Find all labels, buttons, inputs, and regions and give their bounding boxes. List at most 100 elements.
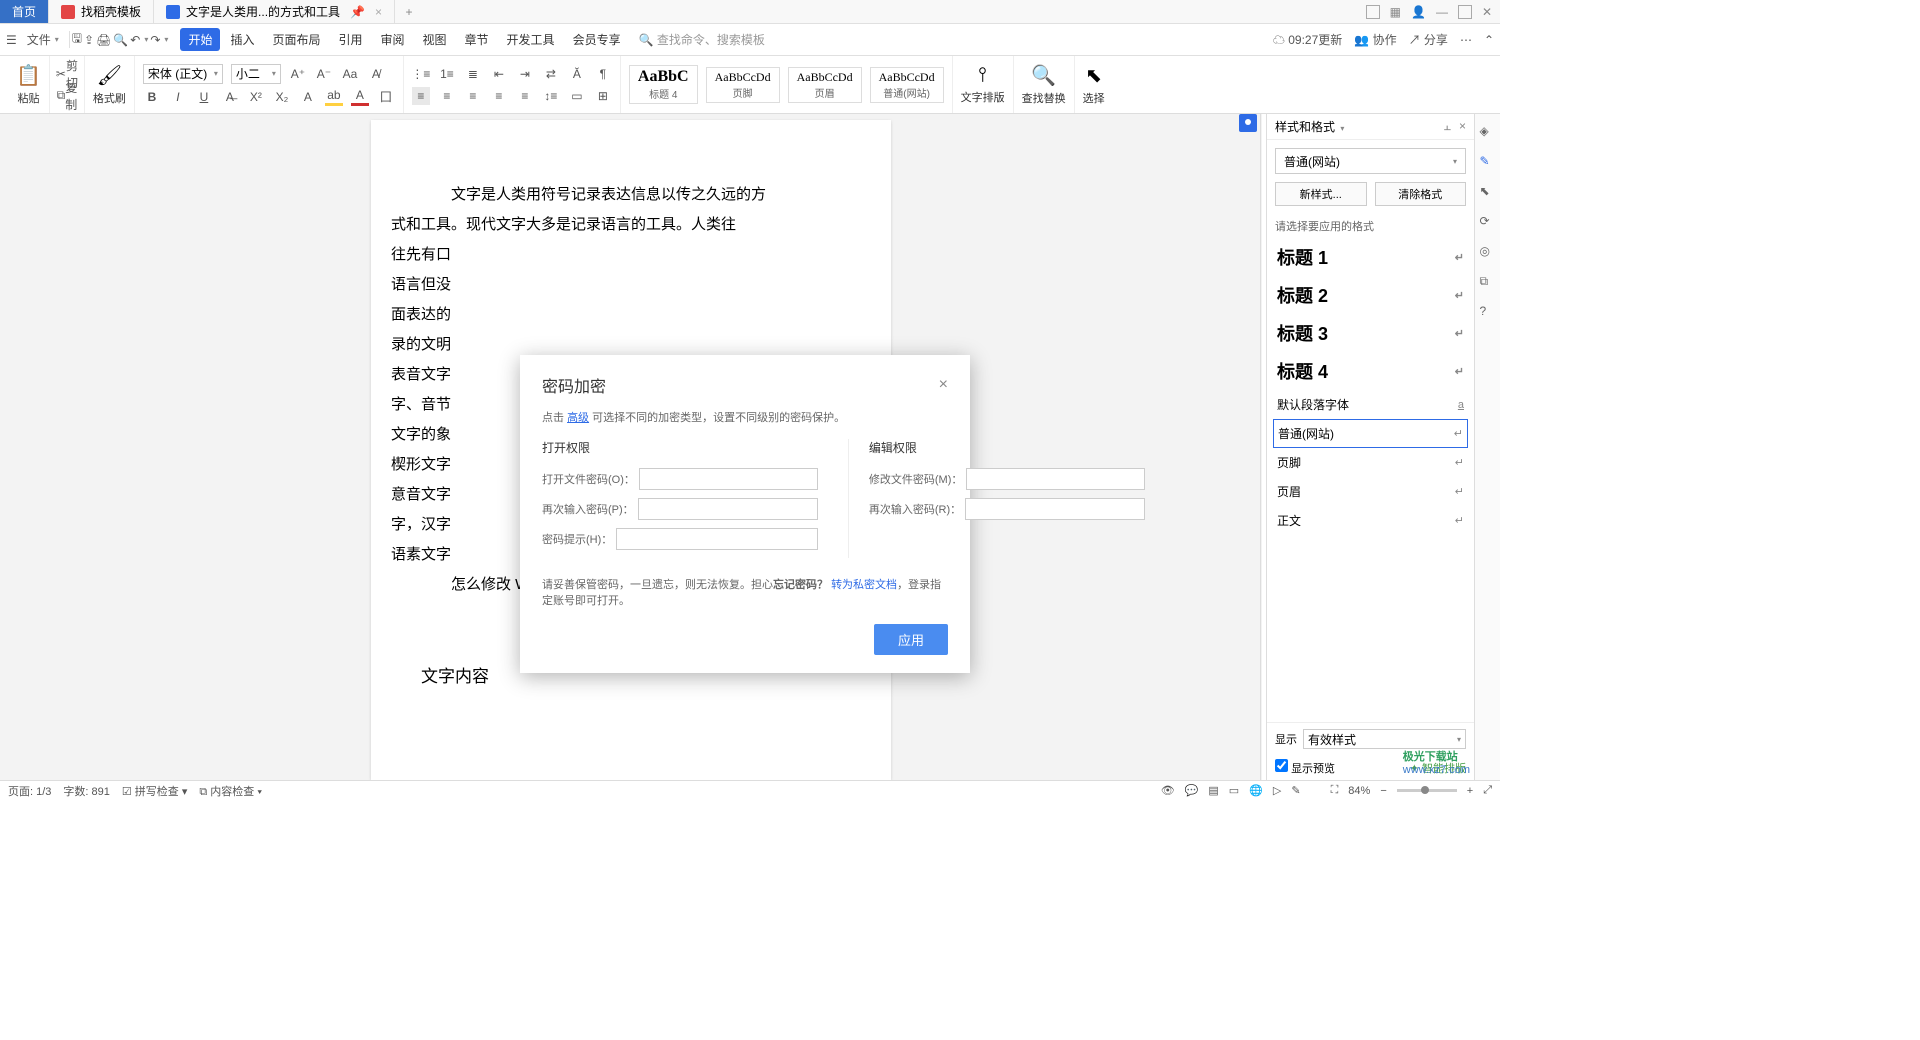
word-count[interactable]: 字数: 891 bbox=[63, 783, 109, 799]
new-style-button[interactable]: 新样式... bbox=[1275, 182, 1367, 206]
font-name-select[interactable]: 宋体 (正文)▾ bbox=[143, 64, 223, 84]
subscript-icon[interactable]: X₂ bbox=[273, 88, 291, 106]
brush-icon[interactable]: 🖌 bbox=[97, 63, 122, 88]
style-footer[interactable]: AaBbCcDd页脚 bbox=[706, 67, 780, 103]
strip-help-icon[interactable]: ? bbox=[1480, 304, 1496, 320]
style-item-h4[interactable]: 标题 4↵ bbox=[1267, 352, 1474, 390]
tab-close-icon[interactable]: × bbox=[375, 5, 382, 19]
menu-devtools[interactable]: 开发工具 bbox=[499, 28, 563, 51]
style-item-normal-web[interactable]: 普通(网站)↵ bbox=[1273, 419, 1468, 448]
bullets-icon[interactable]: ⋮≡ bbox=[412, 65, 430, 83]
clear-format-icon[interactable]: A̸ bbox=[367, 65, 385, 83]
highlight-icon[interactable]: ab bbox=[325, 88, 343, 106]
view-read-icon[interactable]: ▭ bbox=[1229, 784, 1239, 797]
preview-icon[interactable]: 🔍 bbox=[113, 33, 128, 47]
menu-review[interactable]: 审阅 bbox=[373, 28, 413, 51]
menu-start[interactable]: 开始 bbox=[180, 28, 220, 51]
strip-pencil-icon[interactable]: ✎ bbox=[1480, 154, 1496, 170]
style-item-h1[interactable]: 标题 1↵ bbox=[1267, 238, 1474, 276]
private-doc-link[interactable]: 转为私密文档 bbox=[831, 579, 897, 591]
font-color-icon[interactable]: A bbox=[351, 88, 369, 106]
shrink-font-icon[interactable]: A⁻ bbox=[315, 65, 333, 83]
find-replace-icon[interactable]: 🔍 bbox=[1031, 63, 1056, 88]
menu-icon[interactable]: ☰ bbox=[6, 33, 17, 47]
style-item-default-para[interactable]: 默认段落字体a bbox=[1267, 390, 1474, 419]
comment-icon[interactable]: 💬 bbox=[1185, 784, 1199, 797]
align-right-icon[interactable]: ≡ bbox=[464, 87, 482, 105]
spellcheck-toggle[interactable]: ☑ 拼写检查 ▾ bbox=[122, 783, 188, 799]
align-center-icon[interactable]: ≡ bbox=[438, 87, 456, 105]
outline-icon[interactable]: ≣ bbox=[464, 65, 482, 83]
file-menu[interactable]: 文件▾ bbox=[27, 31, 59, 48]
export-icon[interactable]: ⇪ bbox=[84, 33, 94, 47]
cloud-sync[interactable]: ☁ 09:27更新 bbox=[1273, 31, 1342, 48]
align-left-icon[interactable]: ≡ bbox=[412, 87, 430, 105]
tab-home[interactable]: 首页 bbox=[0, 0, 49, 23]
layout-icon[interactable] bbox=[1366, 5, 1380, 19]
edit-mode-icon[interactable]: ✎ bbox=[1291, 784, 1300, 797]
strip-target-icon[interactable]: ◎ bbox=[1480, 244, 1496, 260]
print-icon[interactable]: 🖨 bbox=[96, 33, 111, 47]
line-spacing-icon[interactable]: ↕≡ bbox=[542, 87, 560, 105]
menu-chapter[interactable]: 章节 bbox=[457, 28, 497, 51]
collapse-ribbon[interactable]: ⌃ bbox=[1484, 33, 1494, 47]
sidebar-pin-icon[interactable]: ⫠ bbox=[1444, 119, 1451, 134]
minimize-button[interactable]: — bbox=[1436, 5, 1448, 19]
zoom-slider[interactable] bbox=[1397, 789, 1457, 792]
page-indicator[interactable]: 页面: 1/3 bbox=[8, 783, 51, 799]
grow-font-icon[interactable]: A⁺ bbox=[289, 65, 307, 83]
strip-arrow-icon[interactable]: ⬉ bbox=[1480, 184, 1496, 200]
select-icon[interactable]: ⬉ bbox=[1085, 63, 1102, 88]
advanced-link[interactable]: 高级 bbox=[567, 412, 589, 424]
menu-layout[interactable]: 页面布局 bbox=[264, 28, 328, 51]
password-hint-input[interactable] bbox=[616, 528, 818, 550]
showmarks-icon[interactable]: ¶ bbox=[594, 65, 612, 83]
change-case-icon[interactable]: Aa bbox=[341, 65, 359, 83]
command-search[interactable]: 🔍 查找命令、搜索模板 bbox=[639, 31, 765, 48]
strip-diamond-icon[interactable]: ◈ bbox=[1480, 124, 1496, 140]
open-password-confirm-input[interactable] bbox=[638, 498, 818, 520]
align-dist-icon[interactable]: ≡ bbox=[516, 87, 534, 105]
char-border-icon[interactable]: 囗 bbox=[377, 88, 395, 106]
zoom-in-icon[interactable]: + bbox=[1467, 785, 1473, 797]
indent-inc-icon[interactable]: ⇥ bbox=[516, 65, 534, 83]
zoom-value[interactable]: 84% bbox=[1348, 785, 1370, 797]
strike-icon[interactable]: A̶ bbox=[221, 88, 239, 106]
paste-icon[interactable]: 📋 bbox=[16, 63, 41, 88]
content-check[interactable]: ⧉ 内容检查 ▾ bbox=[199, 783, 262, 799]
tab-templates[interactable]: 找稻壳模板 bbox=[49, 0, 154, 23]
maximize-button[interactable] bbox=[1458, 5, 1472, 19]
tab-icon[interactable]: ⇄ bbox=[542, 65, 560, 83]
current-style-select[interactable]: 普通(网站)▾ bbox=[1275, 148, 1466, 174]
text-effect-icon[interactable]: A bbox=[299, 88, 317, 106]
style-item-footer[interactable]: 页脚↵ bbox=[1267, 448, 1474, 477]
clear-format-button[interactable]: 清除格式 bbox=[1375, 182, 1467, 206]
border-icon[interactable]: ⊞ bbox=[594, 87, 612, 105]
style-heading4[interactable]: AaBbC标题 4 bbox=[629, 65, 698, 104]
strip-box-icon[interactable]: ⧉ bbox=[1480, 274, 1496, 290]
strip-refresh-icon[interactable]: ⟳ bbox=[1480, 214, 1496, 230]
show-filter-select[interactable]: 有效样式▾ bbox=[1303, 729, 1466, 749]
sidebar-close-icon[interactable]: × bbox=[1459, 119, 1466, 134]
style-item-header[interactable]: 页眉↵ bbox=[1267, 477, 1474, 506]
style-item-h2[interactable]: 标题 2↵ bbox=[1267, 276, 1474, 314]
italic-icon[interactable]: I bbox=[169, 88, 187, 106]
style-item-body[interactable]: 正文↵ bbox=[1267, 506, 1474, 535]
shading-icon[interactable]: ▭ bbox=[568, 87, 586, 105]
apps-icon[interactable]: ▦ bbox=[1390, 5, 1401, 19]
menu-reference[interactable]: 引用 bbox=[330, 28, 370, 51]
superscript-icon[interactable]: X² bbox=[247, 88, 265, 106]
bold-icon[interactable]: B bbox=[143, 88, 161, 106]
eye-icon[interactable]: 👁 bbox=[1161, 784, 1175, 797]
pin-icon[interactable] bbox=[1239, 114, 1257, 132]
copy-button[interactable]: ⧉ 复制 bbox=[58, 87, 76, 105]
save-icon[interactable]: 🖫 bbox=[72, 29, 82, 50]
view-outline-icon[interactable]: ▷ bbox=[1273, 784, 1281, 797]
fit-icon[interactable]: ⛶ bbox=[1331, 784, 1339, 797]
share-button[interactable]: ↗ 分享 bbox=[1409, 31, 1448, 48]
more-menu[interactable]: ⋯ bbox=[1460, 33, 1472, 47]
edit-password-confirm-input[interactable] bbox=[965, 498, 1145, 520]
apply-button[interactable]: 应用 bbox=[874, 624, 948, 655]
coop-button[interactable]: 👥 协作 bbox=[1354, 31, 1396, 48]
numbering-icon[interactable]: 1≡ bbox=[438, 65, 456, 83]
